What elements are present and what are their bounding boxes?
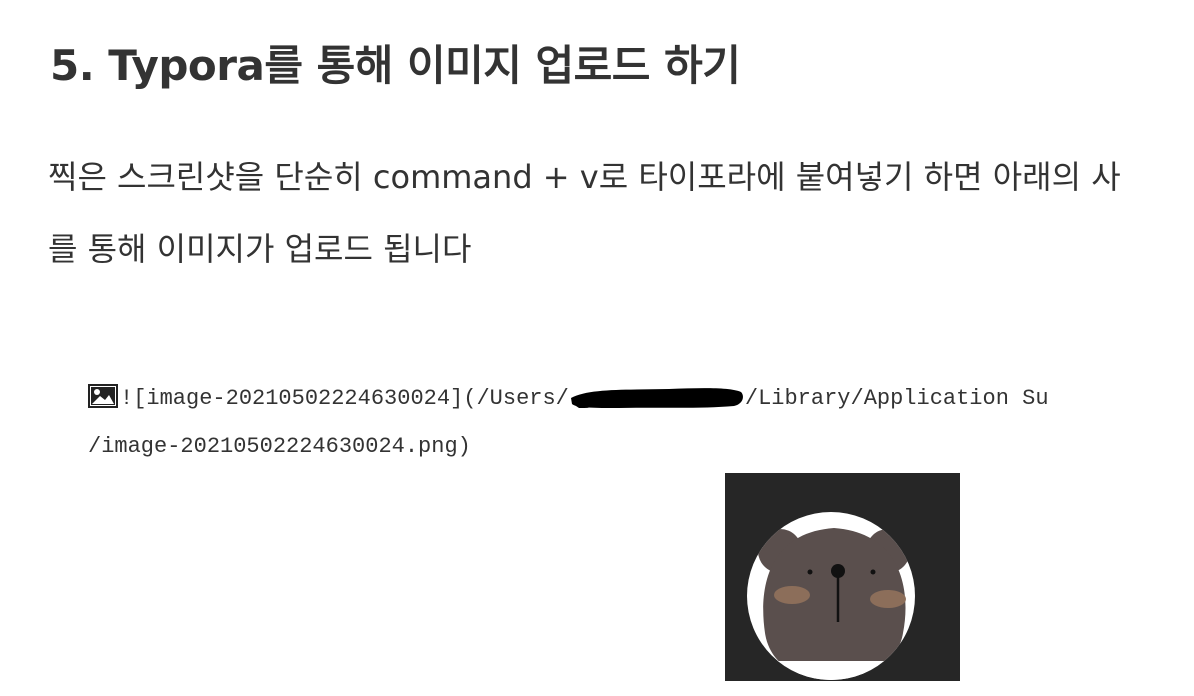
- section-heading: 5. Typora를 통해 이미지 업로드 하기: [50, 41, 741, 90]
- paragraph-line-2: 를 통해 이미지가 업로드 됩니다: [48, 230, 472, 268]
- redaction-mark: [569, 384, 745, 420]
- bear-icon: [747, 512, 915, 680]
- markdown-image-path-suffix: /Library/Application Su: [744, 386, 1049, 411]
- paragraph-line-1: 찍은 스크린샷을 단순히 command + v로 타이포라에 붙여넣기 하면 …: [48, 158, 1121, 196]
- bear-avatar: [725, 473, 960, 681]
- markdown-image-line-1: ![image-20210502224630024](/Users/ /Libr…: [88, 384, 1049, 420]
- markdown-image-line-2: /image-20210502224630024.png): [88, 434, 471, 459]
- image-icon: [88, 384, 118, 418]
- markdown-image-path-prefix: ![image-20210502224630024](/Users/: [120, 386, 569, 411]
